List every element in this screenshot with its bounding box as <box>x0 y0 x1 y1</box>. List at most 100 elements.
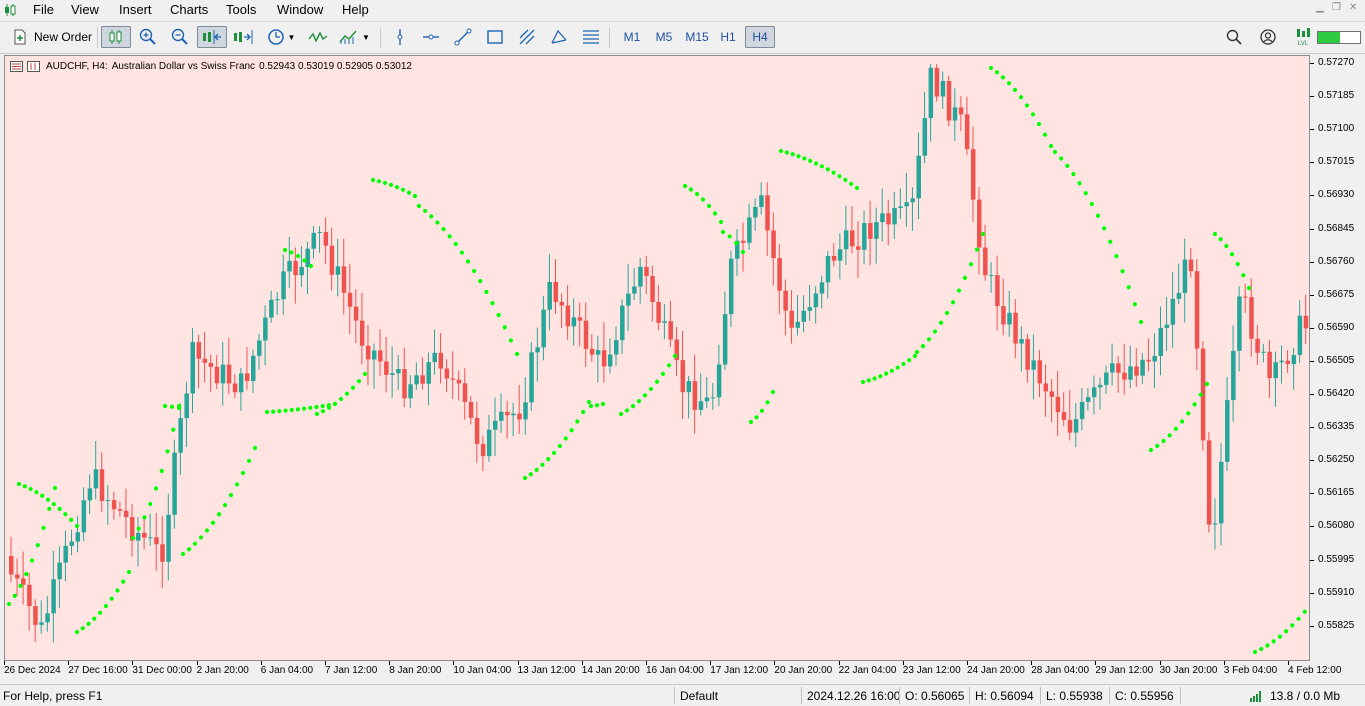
candle-body <box>541 309 546 348</box>
sar-dot <box>1212 231 1218 237</box>
candle-body <box>75 532 81 542</box>
sar-dot <box>866 378 871 383</box>
candle-body <box>1067 419 1073 433</box>
candle-body <box>226 364 232 384</box>
price-axis[interactable]: 0.57270 0.57185 0.57100 0.57015 0.56930 0.568… <box>1310 55 1365 661</box>
time-label: 30 Jan 20:00 <box>1159 665 1218 676</box>
minimize-icon[interactable]: ▁ <box>1316 2 1324 13</box>
timeframe-h4[interactable]: H4 <box>745 26 775 48</box>
candlestick-chart-button[interactable] <box>101 26 131 48</box>
menu-window[interactable]: Window <box>277 2 323 17</box>
sar-dot <box>854 185 860 191</box>
sar-dot <box>302 258 307 263</box>
trend-line-tool[interactable] <box>451 26 475 48</box>
menu-charts[interactable]: Charts <box>170 2 208 17</box>
horizontal-line-icon <box>423 34 439 40</box>
time-label: 10 Jan 04:00 <box>453 665 512 676</box>
timeframe-m5[interactable]: M5 <box>650 26 678 48</box>
sar-dot <box>192 541 198 546</box>
price-tick <box>1310 129 1314 131</box>
candle-body <box>1182 259 1188 294</box>
search-button[interactable] <box>1223 26 1245 48</box>
price-label: 0.56165 <box>1318 487 1355 499</box>
sar-dot <box>784 150 789 155</box>
sar-dot <box>277 409 282 414</box>
chevron-down-icon: ▼ <box>362 32 370 42</box>
timeframe-m15[interactable]: M15 <box>681 26 713 48</box>
chart-autoscroll-button[interactable] <box>197 26 227 48</box>
timeframe-m1[interactable]: M1 <box>618 26 646 48</box>
periodicity-button[interactable]: ▼ <box>261 26 301 48</box>
sar-dot <box>115 588 120 593</box>
sar-dot <box>528 472 533 477</box>
price-label: 0.56505 <box>1318 354 1355 366</box>
candle-body <box>1285 360 1291 365</box>
sar-dot <box>162 403 168 409</box>
pitchfork-tool[interactable] <box>547 26 571 48</box>
restore-icon[interactable]: ❐ <box>1332 2 1341 13</box>
sar-dot <box>264 409 270 415</box>
price-tick <box>1310 327 1314 329</box>
sar-dot <box>980 231 986 237</box>
candle-body <box>765 195 770 231</box>
sar-dot <box>1126 285 1131 290</box>
price-tick <box>1310 592 1314 594</box>
close-icon[interactable]: ✕ <box>1349 2 1357 13</box>
menu-tools[interactable]: Tools <box>226 2 256 17</box>
fibonacci-tool[interactable] <box>515 26 539 48</box>
candlestick-plot[interactable] <box>5 56 1310 661</box>
candle-body <box>1049 391 1055 397</box>
candle-body <box>1158 327 1163 357</box>
horizontal-line-tool[interactable] <box>419 26 443 48</box>
zoom-out-button[interactable] <box>168 26 192 48</box>
vertical-line-tool[interactable] <box>388 26 412 48</box>
channel-tool[interactable] <box>579 26 603 48</box>
new-order-button[interactable]: New Order <box>6 26 96 48</box>
trend-line-icon <box>454 28 472 46</box>
menu-help[interactable]: Help <box>342 2 369 17</box>
candle-body <box>1231 350 1236 401</box>
sar-dot <box>813 161 819 166</box>
sar-dot <box>569 428 574 433</box>
account-button[interactable] <box>1257 26 1279 48</box>
candle-body <box>148 537 153 539</box>
sar-dot <box>1059 156 1064 161</box>
candle-body <box>317 231 323 233</box>
sar-dot <box>1006 81 1012 86</box>
indicators-button[interactable] <box>305 26 331 48</box>
candle-body <box>716 364 722 398</box>
signals-lvl-button[interactable]: LVL <box>1291 26 1315 48</box>
sar-dot <box>1167 433 1172 438</box>
candle-body <box>499 411 504 421</box>
candle-body <box>771 230 776 259</box>
sar-dot <box>1138 319 1144 325</box>
sar-dot <box>1052 149 1058 155</box>
candle-body <box>462 383 468 402</box>
zoom-in-button[interactable] <box>136 26 160 48</box>
chart-shift-button[interactable] <box>230 26 256 48</box>
price-tick <box>1310 228 1314 230</box>
candle-body <box>940 81 946 97</box>
candle-body <box>989 275 994 277</box>
candle-body <box>753 207 758 218</box>
candle-body <box>208 362 214 367</box>
candle-body <box>341 266 347 293</box>
sar-dot <box>540 462 545 467</box>
sar-dot <box>320 409 326 414</box>
menu-file[interactable]: File <box>33 2 54 17</box>
price-tick <box>1310 559 1314 561</box>
sar-dot <box>47 506 52 511</box>
menu-insert[interactable]: Insert <box>119 2 152 17</box>
time-axis[interactable]: 26 Dec 2024 27 Dec 16:00 31 Dec 00:00 2 Jan… <box>0 661 1341 683</box>
rectangle-tool[interactable] <box>483 26 507 48</box>
price-chart[interactable]: AUDCHF, H4: Australian Dollar vs Swiss F… <box>4 55 1310 661</box>
sar-dot <box>169 404 175 409</box>
sar-dot <box>1102 226 1107 231</box>
sar-dot <box>1048 143 1054 149</box>
menu-view[interactable]: View <box>71 2 99 17</box>
time-label: 24 Jan 20:00 <box>967 665 1025 676</box>
sar-dot <box>1241 273 1246 278</box>
templates-button[interactable]: ▼ <box>335 26 373 48</box>
timeframe-h1[interactable]: H1 <box>714 26 742 48</box>
price-tick <box>1310 96 1314 98</box>
